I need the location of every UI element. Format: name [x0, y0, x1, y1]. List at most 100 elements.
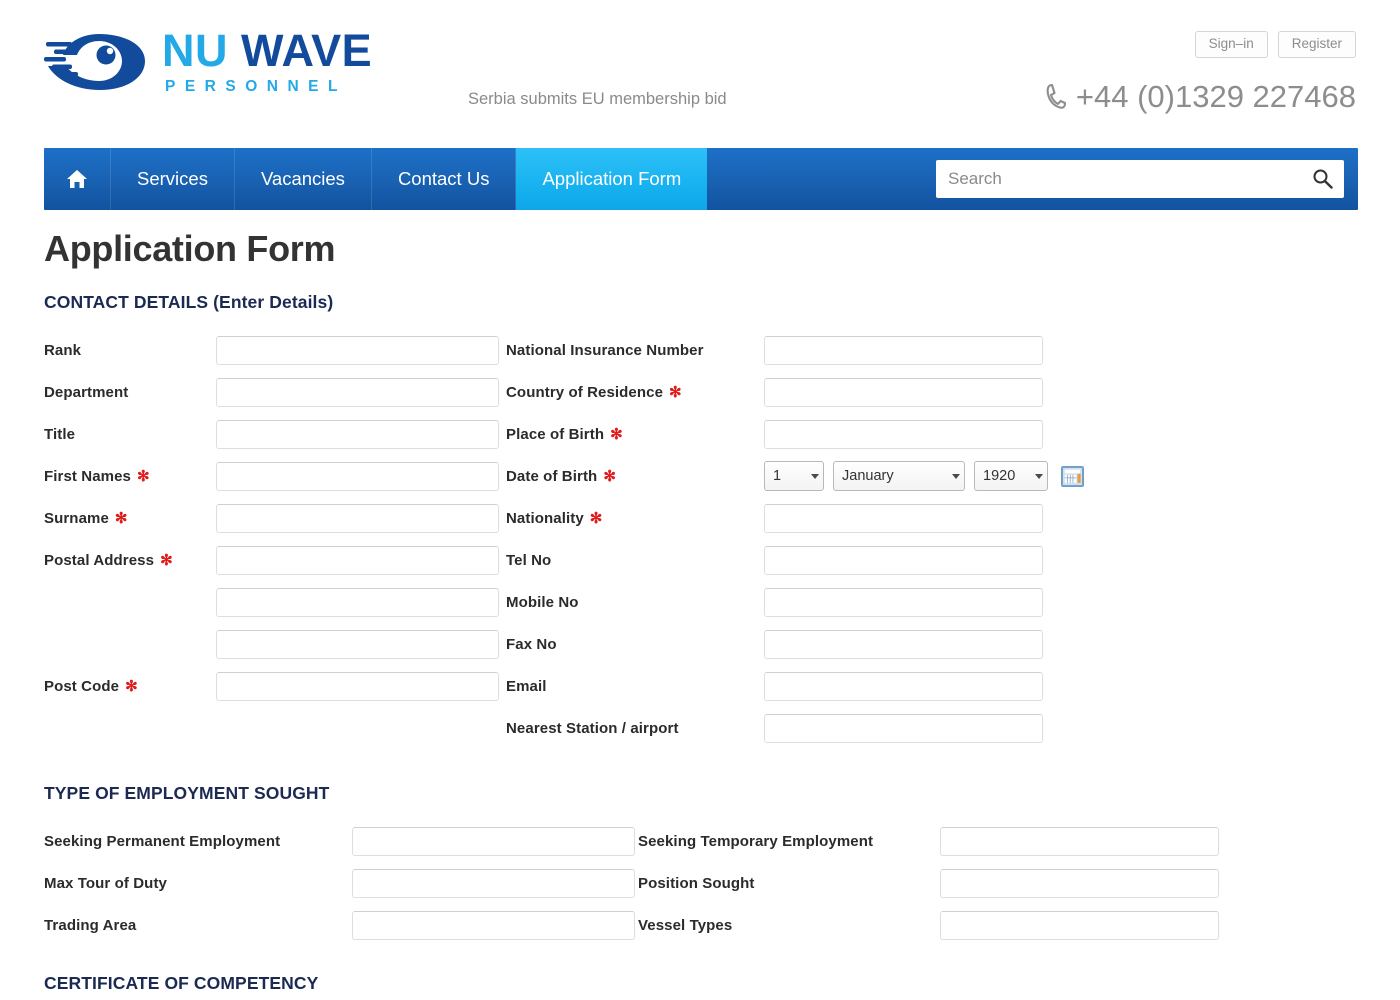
label-place-of-birth: Place of Birth ✻ — [506, 426, 764, 443]
form-row: Nearest Station / airport — [44, 707, 1364, 749]
field-label: Surname — [44, 509, 109, 527]
input-department[interactable] — [216, 377, 499, 407]
employment-heading: TYPE OF EMPLOYMENT SOUGHT — [44, 783, 330, 803]
input-trading-area[interactable] — [352, 910, 635, 940]
page-root: NU WAVE PERSONNEL Serbia submits EU memb… — [0, 0, 1400, 1000]
input-mobile-no[interactable] — [764, 587, 1043, 617]
main-content: Application Form CONTACT DETAILS (Enter … — [44, 228, 1364, 1000]
field-label: Position Sought — [638, 874, 755, 892]
form-row: First Names ✻ Date of Birth ✻ 1 January … — [44, 455, 1364, 497]
nav-item-vacancies[interactable]: Vacancies — [235, 148, 372, 210]
nav-label: Application Form — [542, 168, 682, 189]
input-nationality[interactable] — [764, 503, 1043, 533]
sign-in-button[interactable]: Sign–in — [1194, 31, 1268, 59]
input-postal-address-line3[interactable] — [216, 629, 499, 659]
certificate-heading-line2: (Latest only - please include copies for… — [44, 996, 1364, 1000]
nav-label: Services — [137, 168, 208, 189]
logo-nu: NU — [162, 25, 228, 76]
input-rank[interactable] — [216, 335, 499, 365]
label-nearest-station-airport: Nearest Station / airport — [506, 720, 764, 737]
home-icon — [67, 170, 87, 188]
required-asterisk: ✻ — [125, 677, 138, 695]
input-place-of-birth[interactable] — [764, 419, 1043, 449]
input-position-sought[interactable] — [940, 868, 1219, 898]
label-national-insurance-number: National Insurance Number — [506, 342, 764, 359]
field-label: Post Code — [44, 677, 120, 695]
contact-details-heading: CONTACT DETAILS (Enter Details) — [44, 292, 334, 312]
input-postal-address-line2[interactable] — [216, 587, 499, 617]
required-asterisk: ✻ — [160, 551, 173, 569]
label-max-tour-of-duty: Max Tour of Duty — [44, 875, 352, 892]
field-label: Title — [44, 425, 76, 443]
field-label: Email — [506, 677, 547, 695]
field-label: Rank — [44, 341, 82, 359]
register-button[interactable]: Register — [1277, 31, 1356, 59]
input-tel-no[interactable] — [764, 545, 1043, 575]
field-label: Postal Address — [44, 551, 155, 569]
label-email: Email — [506, 678, 764, 695]
search-area — [936, 148, 1358, 210]
input-vessel-types[interactable] — [940, 910, 1219, 940]
input-post-code[interactable] — [216, 671, 499, 701]
employment-form: Seeking Permanent Employment Seeking Tem… — [44, 820, 1364, 946]
nav-item-services[interactable]: Services — [111, 148, 235, 210]
search-icon[interactable] — [1312, 168, 1333, 189]
nav-item-application-form[interactable]: Application Form — [516, 148, 708, 210]
input-country-of-residence[interactable] — [764, 377, 1043, 407]
dob-year-value: 1920 — [983, 468, 1016, 484]
field-label: First Names — [44, 467, 131, 485]
input-first-names[interactable] — [216, 461, 499, 491]
label-post-code: Post Code ✻ — [44, 678, 216, 695]
search-input[interactable] — [936, 161, 1296, 197]
nav-label: Contact Us — [397, 168, 490, 189]
page-title: Application Form — [44, 228, 336, 269]
required-asterisk: ✻ — [669, 383, 682, 401]
field-label: Department — [44, 383, 129, 401]
field-label: Fax No — [506, 635, 557, 653]
dob-year-select[interactable]: 1920 — [974, 461, 1048, 491]
field-label: National Insurance Number — [506, 341, 704, 359]
input-title[interactable] — [216, 419, 499, 449]
required-asterisk: ✻ — [589, 509, 603, 527]
logo-wave: WAVE — [241, 25, 373, 76]
nav-item-home[interactable] — [44, 148, 111, 210]
label-surname: Surname ✻ — [44, 510, 216, 527]
label-fax-no: Fax No — [506, 636, 764, 653]
field-label: Nationality — [506, 509, 584, 527]
auth-buttons: Sign–in Register — [1194, 31, 1356, 59]
form-row: Post Code ✻ Email — [44, 665, 1364, 707]
label-date-of-birth: Date of Birth ✻ — [506, 468, 764, 485]
news-tagline: Serbia submits EU membership bid — [468, 90, 727, 108]
chevron-down-icon — [952, 473, 960, 479]
label-department: Department — [44, 384, 216, 401]
site-header: NU WAVE PERSONNEL Serbia submits EU memb… — [0, 0, 1400, 148]
form-row: Title Place of Birth ✻ — [44, 413, 1364, 455]
calendar-icon[interactable] — [1061, 465, 1084, 487]
required-asterisk: ✻ — [114, 509, 128, 527]
input-surname[interactable] — [216, 503, 499, 533]
form-row: Department Country of Residence ✻ — [44, 371, 1364, 413]
dob-day-select[interactable]: 1 — [764, 461, 824, 491]
input-seeking-temporary-employment[interactable] — [940, 826, 1219, 856]
input-max-tour-of-duty[interactable] — [352, 868, 635, 898]
nav-item-contact-us[interactable]: Contact Us — [372, 148, 517, 210]
input-fax-no[interactable] — [764, 629, 1043, 659]
chevron-down-icon — [1035, 473, 1043, 479]
field-label: Seeking Temporary Employment — [638, 832, 874, 850]
input-postal-address-line1[interactable] — [216, 545, 499, 575]
label-position-sought: Position Sought — [638, 875, 940, 892]
label-seeking-temporary-employment: Seeking Temporary Employment — [638, 833, 940, 850]
dob-month-select[interactable]: January — [833, 461, 965, 491]
input-email[interactable] — [764, 671, 1043, 701]
form-row: Mobile No — [44, 581, 1364, 623]
logo-wordmark: NU WAVE PERSONNEL — [162, 26, 372, 95]
input-national-insurance-number[interactable] — [764, 335, 1043, 365]
search-box — [936, 160, 1344, 198]
input-seeking-permanent-employment[interactable] — [352, 826, 635, 856]
label-trading-area: Trading Area — [44, 917, 352, 934]
field-label: Trading Area — [44, 916, 137, 934]
form-row: Trading Area Vessel Types — [44, 904, 1364, 946]
input-nearest-station-airport[interactable] — [764, 713, 1043, 743]
site-logo[interactable]: NU WAVE PERSONNEL — [44, 26, 372, 95]
certificate-of-competency-heading: CERTIFICATE OF COMPETENCY (Latest only -… — [44, 972, 1364, 1000]
